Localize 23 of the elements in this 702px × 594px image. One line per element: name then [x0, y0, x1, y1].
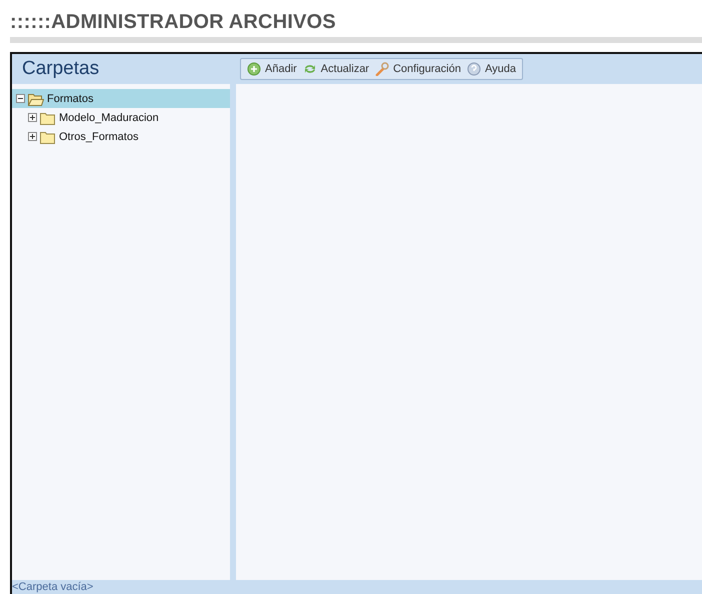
open-folder-icon	[28, 92, 44, 106]
item-label: Otros_Formatos	[59, 130, 138, 142]
panel-title: Carpetas	[22, 58, 100, 80]
tree-item[interactable]: Modelo_Maduracion	[24, 108, 230, 127]
settings-button[interactable]: Configuración	[375, 62, 461, 76]
folder-icon	[40, 110, 56, 124]
status-bar: <Carpeta vacía>	[12, 580, 702, 594]
tree-item[interactable]: Otros_Formatos	[24, 127, 230, 146]
help-button[interactable]: Ayuda	[466, 62, 516, 76]
collapse-icon[interactable]	[16, 94, 25, 103]
plus-icon	[247, 62, 261, 76]
add-button[interactable]: Añadir	[247, 62, 297, 76]
expand-icon[interactable]	[28, 113, 37, 122]
item-label: Modelo_Maduracion	[59, 112, 159, 124]
refresh-button[interactable]: Actualizar	[302, 62, 370, 76]
page-title: ::::::ADMINISTRADOR ARCHIVOS	[10, 10, 337, 35]
expand-icon[interactable]	[28, 132, 37, 141]
help-icon	[466, 62, 481, 76]
wrench-icon	[375, 62, 390, 76]
item-label: Formatos	[47, 92, 94, 104]
folder-icon	[40, 130, 56, 144]
tree-item[interactable]: Formatos	[12, 89, 230, 108]
refresh-icon	[302, 62, 317, 76]
